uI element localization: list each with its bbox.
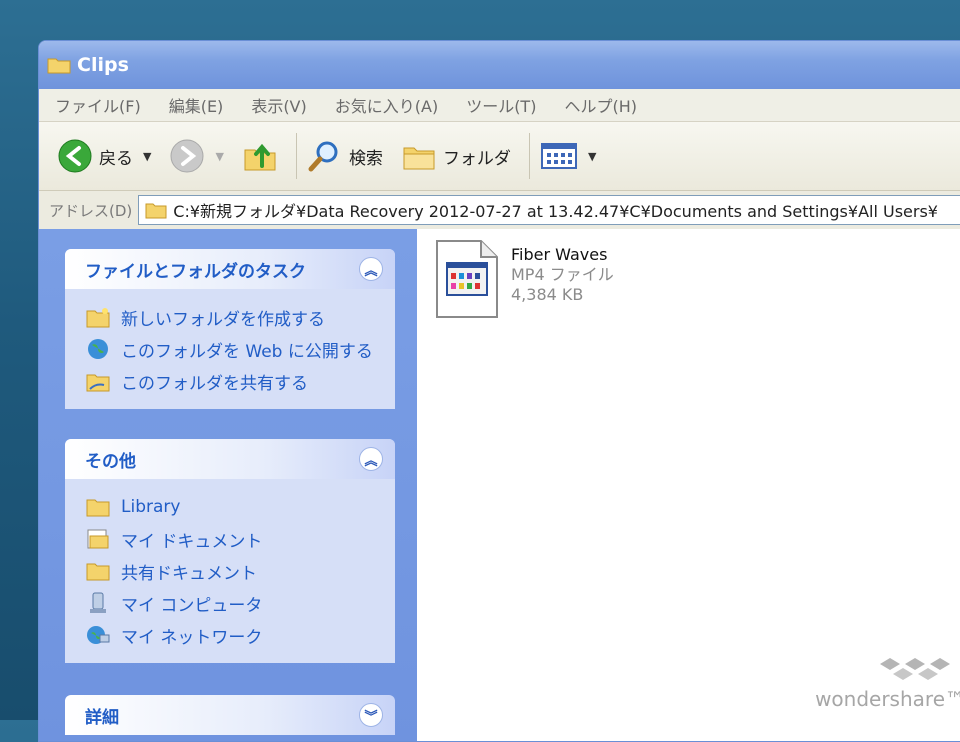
up-folder-icon: [244, 143, 276, 171]
file-type: MP4 ファイル: [511, 265, 614, 284]
network-icon: [85, 623, 111, 647]
panel-header[interactable]: その他 ︽: [65, 439, 395, 479]
place-label: マイ ドキュメント: [121, 531, 263, 552]
place-label: 共有ドキュメント: [121, 563, 257, 584]
place-library[interactable]: Library: [85, 491, 379, 523]
menu-bar: ファイル(F) 編集(E) 表示(V) お気に入り(A) ツール(T) ヘルプ(…: [39, 89, 960, 122]
task-label: このフォルダを共有する: [121, 373, 308, 394]
new-folder-icon: [85, 305, 111, 329]
chevron-down-icon[interactable]: ▼: [215, 150, 223, 163]
folders-button[interactable]: フォルダ: [401, 138, 511, 174]
watermark-text: wondershare™: [815, 687, 960, 711]
menu-help[interactable]: ヘルプ(H): [564, 93, 637, 117]
content-area: ファイルとフォルダのタスク ︽ 新しいフォルダを作成する このフォルダを Web…: [39, 229, 960, 741]
back-button[interactable]: 戻る ▼: [57, 138, 151, 174]
documents-icon: [85, 527, 111, 551]
views-button[interactable]: ▼: [540, 141, 596, 171]
back-arrow-icon: [58, 139, 92, 173]
folder-icon: [47, 58, 71, 74]
folder-icon: [85, 559, 111, 583]
panel-title: ファイルとフォルダのタスク: [85, 261, 306, 282]
details-panel: 詳細 ︾: [65, 695, 395, 735]
address-path: C:¥新規フォルダ¥Data Recovery 2012-07-27 at 13…: [173, 202, 938, 221]
chevron-down-icon[interactable]: ▼: [588, 150, 596, 163]
panel-header[interactable]: ファイルとフォルダのタスク ︽: [65, 249, 395, 289]
folders-icon: [403, 147, 435, 170]
file-view: Fiber Waves MP4 ファイル 4,384 KB wondershar…: [417, 229, 960, 741]
menu-tools[interactable]: ツール(T): [466, 93, 536, 117]
task-publish-web[interactable]: このフォルダを Web に公開する: [85, 333, 379, 365]
panel-title: その他: [85, 451, 136, 472]
place-label: マイ ネットワーク: [121, 627, 263, 648]
forward-button[interactable]: ▼: [169, 138, 224, 174]
address-label: アドレス(D): [49, 201, 133, 220]
globe-icon: [85, 337, 111, 361]
title-bar[interactable]: Clips: [39, 41, 960, 89]
explorer-window: Clips ファイル(F) 編集(E) 表示(V) お気に入り(A) ツール(T…: [38, 40, 960, 742]
menu-edit[interactable]: 編集(E): [169, 93, 224, 117]
menu-view[interactable]: 表示(V): [251, 93, 306, 117]
menu-favorites[interactable]: お気に入り(A): [335, 93, 438, 117]
wondershare-logo-icon: [880, 658, 950, 680]
panel-body: Library マイ ドキュメント 共有ドキュメント マイ コンピュータ マイ …: [65, 479, 395, 663]
other-places-panel: その他 ︽ Library マイ ドキュメント 共有ドキュメント マイ コンピュ…: [65, 439, 395, 663]
collapse-icon[interactable]: ︽: [359, 447, 383, 471]
panel-body: 新しいフォルダを作成する このフォルダを Web に公開する このフォルダを共有…: [65, 289, 395, 409]
toolbar: 戻る ▼ ▼ 検索 フォルダ ▼: [39, 122, 960, 191]
address-bar: アドレス(D) C:¥新規フォルダ¥Data Recovery 2012-07-…: [39, 191, 960, 230]
task-share-folder[interactable]: このフォルダを共有する: [85, 365, 379, 397]
place-my-network[interactable]: マイ ネットワーク: [85, 619, 379, 651]
place-label: Library: [121, 497, 181, 517]
views-icon: [540, 143, 577, 169]
place-my-documents[interactable]: マイ ドキュメント: [85, 523, 379, 555]
search-button[interactable]: 検索: [307, 138, 383, 174]
task-pane: ファイルとフォルダのタスク ︽ 新しいフォルダを作成する このフォルダを Web…: [39, 229, 417, 741]
video-file-icon: [436, 240, 498, 318]
expand-icon[interactable]: ︾: [359, 703, 383, 727]
file-item[interactable]: Fiber Waves MP4 ファイル 4,384 KB: [435, 239, 614, 319]
chevron-down-icon[interactable]: ▼: [143, 150, 151, 163]
task-new-folder[interactable]: 新しいフォルダを作成する: [85, 301, 379, 333]
place-my-computer[interactable]: マイ コンピュータ: [85, 587, 379, 619]
file-folder-tasks-panel: ファイルとフォルダのタスク ︽ 新しいフォルダを作成する このフォルダを Web…: [65, 249, 395, 409]
task-label: 新しいフォルダを作成する: [121, 309, 325, 330]
menu-file[interactable]: ファイル(F): [55, 93, 141, 117]
address-input[interactable]: C:¥新規フォルダ¥Data Recovery 2012-07-27 at 13…: [138, 195, 960, 225]
file-size: 4,384 KB: [511, 285, 584, 304]
back-label: 戻る: [99, 148, 133, 169]
task-label: このフォルダを Web に公開する: [121, 341, 373, 362]
share-folder-icon: [85, 369, 111, 393]
search-label: 検索: [348, 148, 383, 169]
place-label: マイ コンピュータ: [121, 595, 263, 616]
folders-label: フォルダ: [442, 148, 511, 169]
collapse-icon[interactable]: ︽: [359, 257, 383, 281]
search-icon: [308, 141, 338, 172]
folder-icon: [85, 495, 111, 519]
wondershare-watermark: wondershare™: [815, 656, 960, 711]
place-shared-documents[interactable]: 共有ドキュメント: [85, 555, 379, 587]
toolbar-divider: [528, 133, 530, 179]
up-folder-button[interactable]: [242, 138, 278, 174]
forward-arrow-icon: [170, 139, 204, 173]
toolbar-divider: [295, 133, 297, 179]
computer-icon: [85, 591, 111, 615]
panel-header[interactable]: 詳細 ︾: [65, 695, 395, 735]
file-name: Fiber Waves: [511, 245, 608, 264]
window-title: Clips: [77, 54, 129, 76]
folder-icon: [145, 203, 167, 219]
file-info: Fiber Waves MP4 ファイル 4,384 KB: [511, 245, 614, 319]
panel-title: 詳細: [85, 707, 119, 728]
